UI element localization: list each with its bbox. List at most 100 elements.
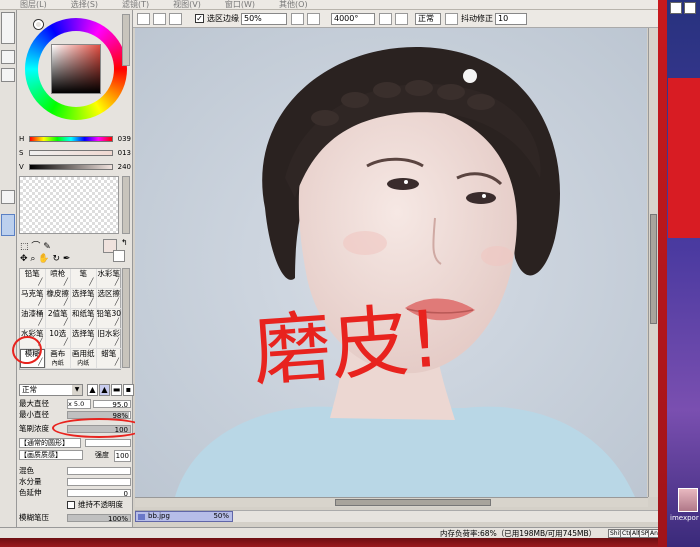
select-pen-icon: ╱ bbox=[89, 298, 94, 306]
layer-thumb[interactable] bbox=[1, 214, 15, 236]
tool-blur[interactable]: 模糊 ╱ bbox=[20, 349, 46, 369]
brush-shape-round-icon[interactable]: ▲ bbox=[99, 384, 110, 396]
washi-pen-icon: ╱ bbox=[89, 318, 94, 326]
menu-filter[interactable]: 滤镜(T) bbox=[122, 0, 149, 9]
menu-window[interactable]: 窗口(W) bbox=[225, 0, 255, 9]
dock-button[interactable] bbox=[1, 68, 15, 82]
tool-crayon[interactable]: 蜡笔 ╱ bbox=[96, 349, 122, 369]
color-panel-scrollbar[interactable] bbox=[122, 14, 130, 66]
eyedropper-icon[interactable]: ✒ bbox=[63, 254, 71, 264]
tool-marker[interactable]: 马克笔 ╱ bbox=[20, 289, 46, 309]
window-edge bbox=[658, 0, 667, 547]
flip-button[interactable] bbox=[445, 13, 458, 25]
navigator-thumb[interactable] bbox=[1, 12, 15, 44]
brush-shape-strength[interactable] bbox=[85, 439, 131, 447]
max-diameter-slider[interactable]: 95.0 bbox=[93, 400, 131, 409]
undo-button[interactable] bbox=[137, 13, 150, 25]
file-icon bbox=[138, 514, 145, 520]
tool-pencil[interactable]: 铅笔 ╱ bbox=[20, 269, 46, 289]
brush-shape-select[interactable]: 【通常的圆形】 bbox=[19, 438, 81, 448]
texture-select[interactable]: 【画质质感】 bbox=[19, 450, 83, 460]
zoom-select[interactable]: 50% bbox=[241, 13, 287, 25]
dock-button[interactable] bbox=[1, 190, 15, 204]
tool-select-pen[interactable]: 选择笔 ╱ bbox=[71, 289, 97, 309]
rotate-right-button[interactable] bbox=[395, 13, 408, 25]
close-button[interactable] bbox=[684, 2, 696, 14]
tool-binary-pen[interactable]: 2值笔 ╱ bbox=[45, 309, 71, 329]
brush-shape-square-icon[interactable]: ▪ bbox=[123, 384, 134, 396]
tool-pencil30[interactable]: 铅笔30 ╱ bbox=[96, 309, 122, 329]
minimize-button[interactable] bbox=[670, 2, 682, 14]
water-slider[interactable] bbox=[67, 478, 131, 486]
document-tab[interactable]: bb.jpg 50% bbox=[135, 511, 233, 522]
rotate-left-button[interactable] bbox=[379, 13, 392, 25]
brush-shape-triangle-icon[interactable]: ▲ bbox=[87, 384, 98, 396]
tool-canvas[interactable]: 画布 內纸 bbox=[45, 349, 71, 369]
selection-edge-checkbox[interactable]: ✓ bbox=[195, 14, 204, 23]
tool-select-pen-2[interactable]: 选择笔 ╱ bbox=[71, 329, 97, 349]
vertical-scrollbar[interactable] bbox=[648, 28, 658, 497]
saturation-value-square[interactable] bbox=[51, 44, 101, 94]
size-multiplier-select[interactable]: x 5.0 bbox=[67, 399, 91, 409]
tool-grid-scrollbar[interactable] bbox=[122, 268, 130, 368]
horizontal-scrollbar[interactable] bbox=[135, 497, 648, 507]
eraser-icon: ╱ bbox=[63, 298, 68, 306]
lasso-icon[interactable]: ⌒ bbox=[31, 242, 40, 252]
stabilizer-select[interactable]: 10 bbox=[495, 13, 527, 25]
tool-10-select[interactable]: 10选 ╱ bbox=[45, 329, 71, 349]
hue-marker[interactable] bbox=[34, 20, 43, 29]
move-icon[interactable]: ✥ bbox=[20, 254, 28, 264]
secondary-color-swatch[interactable] bbox=[113, 250, 125, 262]
horizontal-scroll-thumb[interactable] bbox=[335, 499, 491, 506]
rotate-icon[interactable]: ↻ bbox=[52, 254, 60, 264]
zoom-in-button[interactable] bbox=[307, 13, 320, 25]
value-slider[interactable] bbox=[29, 164, 113, 170]
redo-button[interactable] bbox=[153, 13, 166, 25]
texture-strength[interactable]: 100 bbox=[113, 450, 131, 462]
status-bar: 内存负荷率:68%（已用198MB/可用745MB） Shift Ctrl Al… bbox=[0, 527, 664, 538]
brush-shape-flat-icon[interactable]: ▬ bbox=[111, 384, 122, 396]
vertical-scroll-thumb[interactable] bbox=[650, 214, 657, 324]
brush-shape-row: 【通常的圆形】 bbox=[19, 438, 131, 448]
tool-watercolor-2[interactable]: 水彩笔 ╱ bbox=[20, 329, 46, 349]
view-mode-button[interactable]: 正常 bbox=[415, 13, 441, 25]
tool-paper[interactable]: 画用纸 内纸 bbox=[71, 349, 97, 369]
brush-density-slider[interactable]: 100 bbox=[67, 425, 131, 434]
tool-washi-pen[interactable]: 和纸笔 ╱ bbox=[71, 309, 97, 329]
tool-watercolor[interactable]: 水彩笔 ╱ bbox=[96, 269, 122, 289]
menu-view[interactable]: 视图(V) bbox=[173, 0, 201, 9]
texture-row: 【画质质感】 强度 100 bbox=[19, 450, 131, 462]
zoom-icon[interactable]: ⌕ bbox=[30, 254, 35, 264]
menu-layer[interactable]: 图层(L) bbox=[20, 0, 47, 9]
mixer-scrollbar[interactable] bbox=[122, 176, 130, 234]
hue-slider[interactable] bbox=[29, 136, 113, 142]
dock-button[interactable] bbox=[1, 50, 15, 64]
tool-select-eraser[interactable]: 选区擦 ╱ bbox=[96, 289, 122, 309]
blend-slider[interactable] bbox=[67, 467, 131, 475]
blend-mode-select[interactable]: 正常 ▼ bbox=[19, 384, 83, 396]
menu-select[interactable]: 选择(S) bbox=[71, 0, 98, 9]
tool-eraser[interactable]: 橡皮擦 ╱ bbox=[45, 289, 71, 309]
tool-old-watercolor[interactable]: 旧水彩 ╱ bbox=[96, 329, 122, 349]
select-rect-icon[interactable]: ⬚ bbox=[20, 242, 29, 252]
dropper-icon[interactable]: ✎ bbox=[43, 242, 51, 252]
saturation-slider[interactable] bbox=[29, 150, 113, 156]
color-mixing-area[interactable] bbox=[19, 176, 119, 234]
persistence-slider[interactable]: 0 bbox=[67, 489, 131, 498]
tool-bucket[interactable]: 油漆桶 ╱ bbox=[20, 309, 46, 329]
hand-icon[interactable]: ✋ bbox=[38, 254, 49, 264]
min-diameter-slider[interactable]: 98% bbox=[67, 411, 131, 420]
tool-airbrush[interactable]: 喷枪 ╱ bbox=[45, 269, 71, 289]
swap-colors-icon[interactable]: ↰ bbox=[121, 238, 128, 247]
keep-opacity-checkbox[interactable] bbox=[67, 501, 75, 509]
menu-other[interactable]: 其他(O) bbox=[279, 0, 308, 9]
rotation-select[interactable]: 4000° bbox=[331, 13, 375, 25]
color-wheel[interactable] bbox=[25, 18, 127, 120]
zoom-out-button[interactable] bbox=[291, 13, 304, 25]
tool-brush[interactable]: 笔 ╱ bbox=[71, 269, 97, 289]
keep-opacity-row: 维持不透明度 bbox=[19, 500, 131, 510]
deselect-button[interactable] bbox=[169, 13, 182, 25]
blur-pressure-slider[interactable]: 100% bbox=[67, 514, 131, 523]
desktop-thumbnail[interactable] bbox=[678, 488, 698, 512]
canvas[interactable]: 磨皮! bbox=[135, 28, 647, 497]
